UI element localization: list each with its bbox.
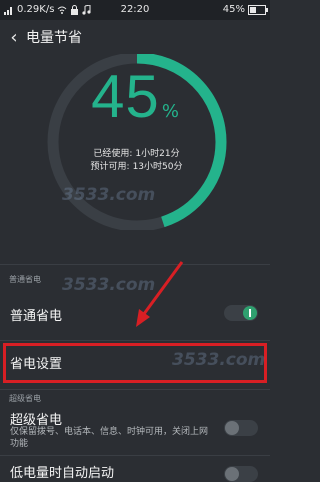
- status-right: 45%: [222, 4, 268, 15]
- section-label-super: 超级省电: [9, 394, 41, 403]
- super-saving-toggle[interactable]: [224, 420, 258, 436]
- normal-saving-toggle[interactable]: [224, 305, 258, 321]
- watermark: 3533.com: [62, 275, 156, 295]
- used-value: 1小时21分: [135, 149, 180, 159]
- page-title: 电量节省: [26, 30, 82, 46]
- toggle-knob: [243, 306, 257, 320]
- toggle-knob: [225, 467, 239, 481]
- used-row: 已经使用: 1小时21分: [0, 148, 270, 161]
- usage-stats: 已经使用: 1小时21分 预计可用: 13小时50分: [0, 148, 270, 174]
- remaining-value: 13小时50分: [132, 162, 183, 172]
- watermark: 3533.com: [172, 350, 266, 370]
- normal-saving-title: 普通省电: [10, 309, 63, 324]
- watermark: 3533.com: [62, 185, 156, 205]
- section-label-normal: 普通省电: [9, 275, 41, 284]
- title-bar: ‹ 电量节省: [0, 20, 270, 54]
- toggle-knob: [225, 421, 239, 435]
- battery-icon: [248, 4, 268, 15]
- divider: [0, 340, 270, 341]
- battery-percentage: 45: [91, 63, 160, 130]
- divider: [0, 389, 270, 390]
- remaining-row: 预计可用: 13小时50分: [0, 161, 270, 174]
- super-saving-desc: 仅保留拨号、电话本、信息、时钟可用，关闭上网功能: [10, 427, 209, 449]
- divider: [0, 455, 270, 456]
- percent-unit: %: [161, 101, 179, 122]
- divider: [0, 264, 270, 265]
- status-bar: 0.29K/s 22:20 45%: [0, 0, 270, 20]
- used-label: 已经使用:: [93, 149, 133, 159]
- auto-start-title: 低电量时自动启动: [10, 466, 115, 481]
- back-arrow-icon[interactable]: ‹: [2, 20, 26, 54]
- remaining-label: 预计可用:: [90, 162, 130, 172]
- gauge-center: 45%: [0, 62, 270, 131]
- battery-percent: 45%: [222, 4, 245, 15]
